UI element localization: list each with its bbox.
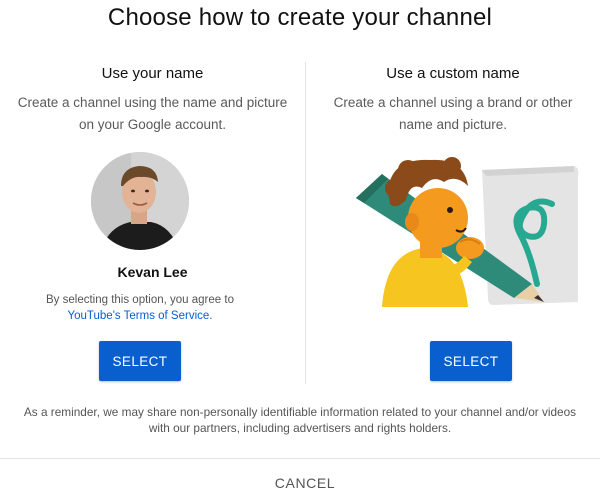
- terms-suffix: .: [209, 310, 213, 322]
- dialog-title: Choose how to create your channel: [107, 4, 493, 31]
- terms-of-service-link[interactable]: YouTube's Terms of Service: [68, 310, 210, 322]
- terms-agree-text: By selecting this option, you agree to: [46, 294, 234, 306]
- select-own-name-button[interactable]: SELECT: [99, 341, 181, 381]
- custom-name-description: Create a channel using a brand or other …: [333, 95, 573, 132]
- custom-name-heading: Use a custom name: [386, 65, 520, 82]
- own-name-heading: Use your name: [101, 65, 204, 82]
- sharing-reminder: As a reminder, we may share non-personal…: [23, 405, 577, 435]
- custom-name-illustration: [352, 152, 582, 307]
- cancel-button[interactable]: CANCEL: [250, 470, 360, 496]
- user-name: Kevan Lee: [117, 264, 188, 280]
- avatar: [91, 152, 189, 250]
- select-custom-name-button[interactable]: SELECT: [430, 341, 512, 381]
- terms-notice: By selecting this option, you agree to Y…: [0, 292, 280, 324]
- own-name-option: Use your name Create a channel using the…: [0, 62, 305, 136]
- custom-name-option: Use a custom name Create a channel using…: [306, 62, 600, 136]
- footer-divider: [0, 458, 600, 459]
- own-name-description: Create a channel using the name and pict…: [17, 95, 288, 132]
- terms-line: YouTube's Terms of Service.: [0, 308, 280, 324]
